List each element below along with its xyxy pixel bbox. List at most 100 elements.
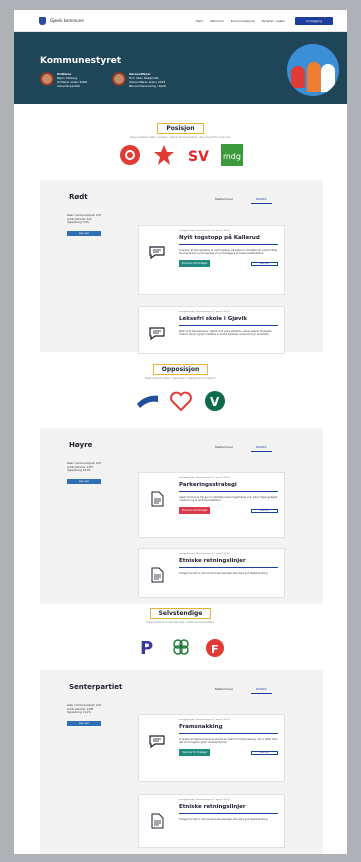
card-meta: Innlegg/Forslag · Kommunestyre 22. mars …: [179, 477, 230, 479]
municipality-logo-icon[interactable]: [39, 16, 46, 25]
tab-members[interactable]: Medlemmer: [215, 687, 233, 694]
party-hoyre-logo[interactable]: [136, 390, 158, 412]
party-stats: Seter i kommunestyret: 4/47 Antall stemm…: [67, 704, 101, 726]
section-subtitle: Disse partiene sitter i posisjon i Gjøvi…: [130, 136, 231, 139]
hero-banner: Kommunestyret Ordfører Bjørn Iddberg Ord…: [14, 32, 347, 104]
tab-politics[interactable]: Politikk: [250, 445, 272, 452]
proposal-card[interactable]: Innlegg/Forslag · Kommunestyre 22. mars …: [138, 794, 285, 848]
party-pp-logo[interactable]: P: [136, 636, 158, 658]
mayor-avatar: [40, 72, 54, 86]
party-name: Høyre: [69, 441, 93, 449]
nav-home[interactable]: Hjem: [196, 19, 204, 23]
proposal-card[interactable]: Innlegg/Forslag · Kommunestyre 22. mars …: [138, 306, 285, 354]
party-tabs: Medlemmer Politikk: [215, 197, 272, 204]
card-title[interactable]: Nytt togstopp på Kallerud: [179, 235, 278, 245]
card-body: Vi ønsker at det opprettes et nytt togst…: [179, 249, 278, 256]
svg-text:P: P: [140, 638, 153, 658]
card-meta: Innlegg/Forslag · Kommunestyre 22. mars …: [179, 553, 230, 555]
tab-members[interactable]: Medlemmer: [215, 197, 233, 204]
stats-more-button[interactable]: Les mer: [67, 478, 101, 484]
svg-text:SV: SV: [188, 149, 209, 165]
card-title[interactable]: Leksefri skole i Gjøvik: [179, 316, 278, 326]
section-header-opposition: Opposisjon Disse partiene sitter i oppos…: [14, 356, 347, 381]
card-title[interactable]: Etniske retningslinjer: [179, 804, 278, 814]
stat-share: Oppslutning: 5,9%: [67, 221, 90, 225]
svg-text:F: F: [211, 643, 219, 656]
card-meta: Innlegg/Forslag · Kommunestyre 22. mars …: [179, 719, 230, 721]
party-rodt-logo[interactable]: [153, 144, 175, 166]
page-title: Kommunestyret: [40, 56, 122, 66]
nav-council[interactable]: Kommunestyret: [231, 19, 255, 23]
party-stats: Seter i kommunestyret: 6/47 Antall stemm…: [67, 462, 101, 484]
proposal-card[interactable]: Innlegg/Forslag · Kommunestyre 22. mars …: [138, 472, 285, 538]
stats-more-button[interactable]: Les mer: [67, 720, 101, 726]
document-icon: [151, 491, 164, 507]
p-icon: P: [140, 638, 153, 658]
section-title: Posisjon: [157, 123, 204, 134]
party-ap-logo[interactable]: [119, 144, 141, 166]
read-more-link[interactable]: Les mer: [251, 508, 278, 513]
page: Gjøvik kommune Hjem Økonomi Kommunestyre…: [14, 10, 347, 854]
main-nav: Hjem Økonomi Kommunestyret Nyheter i sak…: [196, 16, 333, 25]
party-sv-logo[interactable]: SV: [187, 144, 209, 166]
speech-bubble-icon: [149, 246, 165, 260]
proposal-card[interactable]: Innlegg/Forslag · Kommunestyre 22. mars …: [138, 714, 285, 782]
party-krf-logo[interactable]: [169, 390, 192, 412]
card-title[interactable]: Parkeringsstrategi: [179, 482, 278, 492]
independent-party-logos: P F: [14, 636, 347, 658]
stats-more-button[interactable]: Les mer: [67, 230, 101, 236]
mdg-icon: mdg: [220, 144, 243, 166]
card-body: Tillegg til punkt 4: Alle kommunale tjen…: [179, 818, 269, 821]
party-mdg-logo[interactable]: mdg: [220, 144, 243, 166]
tab-politics[interactable]: Politikk: [250, 687, 272, 694]
card-meta: Innlegg/Forslag · Kommunestyre 22. mars …: [179, 311, 230, 313]
brand-name[interactable]: Gjøvik kommune: [50, 18, 84, 23]
login-button[interactable]: Innlogging: [295, 16, 333, 25]
document-icon: [151, 567, 164, 583]
section-subtitle: Disse partiene sitter i opposisjon i Gjø…: [144, 377, 217, 380]
party-tabs: Medlemmer Politikk: [215, 445, 272, 452]
party-name: Senterpartiet: [69, 683, 123, 691]
proposal-card[interactable]: Innlegg/Forslag · Kommunestyre 22. mars …: [138, 548, 285, 598]
tab-politics[interactable]: Politikk: [250, 197, 272, 204]
document-icon: [151, 813, 164, 829]
vote-status-button[interactable]: Stemmer mot forslaget: [179, 259, 210, 267]
rose-icon: [119, 145, 140, 165]
stat-share: Oppslutning: 18,0%: [67, 469, 91, 473]
top-header: Gjøvik kommune Hjem Økonomi Kommunestyre…: [14, 10, 347, 32]
party-venstre-logo[interactable]: V: [204, 390, 226, 412]
party-sp-logo[interactable]: [170, 636, 192, 658]
section-header-independent: Selvstendige Disse partiene er selvstend…: [14, 600, 347, 625]
v-icon: V: [204, 391, 225, 411]
star-icon: [153, 145, 174, 165]
section-title: Opposisjon: [152, 364, 209, 375]
sv-icon: SV: [188, 149, 209, 165]
deputy-card[interactable]: Varaordfører Finn Olav Raitjordet Varaor…: [112, 72, 166, 88]
proposal-card[interactable]: Innlegg/Forslag · Kommunestyre 22. mars …: [138, 225, 285, 295]
vote-status-button[interactable]: Stemmer mot forslaget: [179, 506, 210, 514]
nav-economy[interactable]: Økonomi: [210, 19, 223, 23]
speech-bubble-icon: [149, 327, 165, 341]
mayor-card[interactable]: Ordfører Bjørn Iddberg Ordfører siden 20…: [40, 72, 87, 88]
party-name: Rødt: [69, 193, 88, 201]
section-title: Selvstendige: [149, 608, 212, 619]
card-meta: Innlegg/Forslag · Kommunestyre 22. mars …: [179, 230, 230, 232]
tab-members[interactable]: Medlemmer: [215, 445, 233, 452]
hoyre-icon: [136, 395, 158, 408]
read-more-link[interactable]: Les mer: [251, 261, 278, 266]
vote-status-button[interactable]: Stemmer for forslaget: [179, 748, 210, 756]
card-title[interactable]: Framsnakking: [179, 724, 278, 734]
read-more-link[interactable]: Les mer: [251, 750, 278, 755]
svg-text:mdg: mdg: [223, 152, 241, 161]
card-body: Tillegg til punkt 4: Alle kommunale tjen…: [179, 572, 269, 575]
section-header-position: Posisjon Disse partiene sitter i posisjo…: [14, 115, 347, 140]
hero-illustration: [287, 44, 339, 96]
card-title[interactable]: Etniske retningslinjer: [179, 558, 278, 568]
nav-news[interactable]: Nyheter i saken: [262, 19, 286, 23]
party-frp-logo[interactable]: F: [204, 636, 226, 658]
party-stats: Seter i kommunestyret: 2/47 Antall stemm…: [67, 214, 101, 236]
deputy-avatar: [112, 72, 126, 86]
mayor-party: Arbeiderpartiet: [57, 84, 80, 88]
clover-icon: [172, 639, 189, 655]
svg-text:V: V: [210, 395, 220, 409]
